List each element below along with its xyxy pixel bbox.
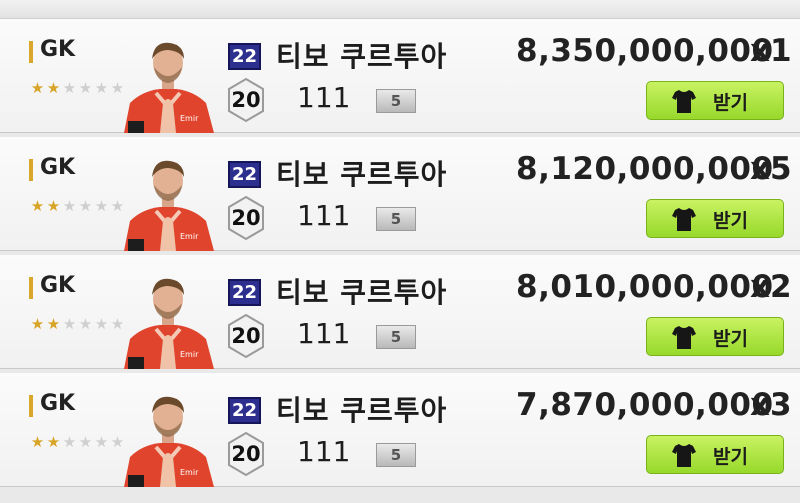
player-name: 티보 쿠르투아 (276, 158, 448, 191)
star-icon: ★ (46, 79, 60, 97)
receive-button-label: 받기 (713, 210, 748, 232)
grade-badge: 5 (376, 89, 416, 113)
grade-badge: 5 (376, 207, 416, 231)
receive-button[interactable]: 받기 (646, 317, 784, 356)
receive-button[interactable]: 받기 (646, 199, 784, 238)
star-icon: ★ (62, 433, 76, 451)
star-icon: ★ (30, 197, 44, 215)
jersey-icon (672, 444, 696, 467)
star-icon: ★ (94, 79, 108, 97)
receive-button-label: 받기 (713, 328, 748, 350)
star-icon: ★ (30, 433, 44, 451)
position-label: GK (40, 37, 76, 62)
svg-text:Emir: Emir (180, 114, 199, 123)
star-icon: ★ (46, 197, 60, 215)
star-icon: ★ (78, 315, 92, 333)
star-icon: ★ (78, 433, 92, 451)
list-item: GK ★ ★ ★ ★ ★ ★ Emir 22 20 티보 쿠르투아 111 5 … (0, 137, 800, 251)
list-item: GK ★ ★ ★ ★ ★ ★ Emir 22 20 티보 쿠르투아 111 5 … (0, 373, 800, 487)
player-portrait: Emir (120, 37, 216, 133)
price: 8,010,000,000 (516, 269, 774, 305)
svg-text:Emir: Emir (180, 350, 199, 359)
player-portrait: Emir (120, 155, 216, 251)
quantity: x3 (750, 387, 792, 423)
price: 8,350,000,000 (516, 33, 774, 69)
jersey-icon (672, 208, 696, 231)
level-badge: 20 (226, 195, 266, 241)
list-item: GK ★ ★ ★ ★ ★ ★ Emir 22 20 티보 쿠르투아 111 5 … (0, 255, 800, 369)
overall-rating: 111 (297, 199, 351, 232)
star-icon: ★ (78, 79, 92, 97)
level-number: 20 (231, 206, 261, 230)
price: 8,120,000,000 (516, 151, 774, 187)
price: 7,870,000,000 (516, 387, 774, 423)
season-badge: 22 (228, 279, 261, 306)
overall-rating: 111 (297, 81, 351, 114)
svg-text:Emir: Emir (180, 232, 199, 241)
star-icon: ★ (30, 315, 44, 333)
jersey-icon (672, 326, 696, 349)
player-name: 티보 쿠르투아 (276, 40, 448, 73)
quantity: x1 (750, 33, 792, 69)
star-icon: ★ (78, 197, 92, 215)
position-accent (29, 395, 33, 417)
star-icon: ★ (62, 197, 76, 215)
overall-rating: 111 (297, 317, 351, 350)
level-number: 20 (231, 442, 261, 466)
quantity: x5 (750, 151, 792, 187)
position-label: GK (40, 391, 76, 416)
star-icon: ★ (94, 433, 108, 451)
grade-badge: 5 (376, 325, 416, 349)
list-item: GK ★ ★ ★ ★ ★ ★ Emir 22 20 티보 쿠르투아 111 5 … (0, 19, 800, 133)
top-bar (0, 0, 800, 19)
position-label: GK (40, 155, 76, 180)
season-badge: 22 (228, 397, 261, 424)
star-rating: ★ ★ ★ ★ ★ ★ (29, 197, 125, 215)
quantity: x2 (750, 269, 792, 305)
level-badge: 20 (226, 431, 266, 477)
star-icon: ★ (62, 315, 76, 333)
star-rating: ★ ★ ★ ★ ★ ★ (29, 315, 125, 333)
star-icon: ★ (30, 79, 44, 97)
star-icon: ★ (46, 433, 60, 451)
position-label: GK (40, 273, 76, 298)
overall-rating: 111 (297, 435, 351, 468)
svg-text:Emir: Emir (180, 468, 199, 477)
receive-button-label: 받기 (713, 92, 748, 114)
star-icon: ★ (46, 315, 60, 333)
player-portrait: Emir (120, 391, 216, 487)
jersey-icon (672, 90, 696, 113)
level-number: 20 (231, 88, 261, 112)
season-badge: 22 (228, 43, 261, 70)
receive-button[interactable]: 받기 (646, 81, 784, 120)
position-accent (29, 159, 33, 181)
player-name: 티보 쿠르투아 (276, 276, 448, 309)
level-number: 20 (231, 324, 261, 348)
receive-button[interactable]: 받기 (646, 435, 784, 474)
star-rating: ★ ★ ★ ★ ★ ★ (29, 79, 125, 97)
position-accent (29, 277, 33, 299)
player-portrait: Emir (120, 273, 216, 369)
star-icon: ★ (94, 315, 108, 333)
grade-badge: 5 (376, 443, 416, 467)
position-accent (29, 41, 33, 63)
star-rating: ★ ★ ★ ★ ★ ★ (29, 433, 125, 451)
player-name: 티보 쿠르투아 (276, 394, 448, 427)
star-icon: ★ (62, 79, 76, 97)
level-badge: 20 (226, 313, 266, 359)
level-badge: 20 (226, 77, 266, 123)
star-icon: ★ (94, 197, 108, 215)
season-badge: 22 (228, 161, 261, 188)
receive-button-label: 받기 (713, 446, 748, 468)
